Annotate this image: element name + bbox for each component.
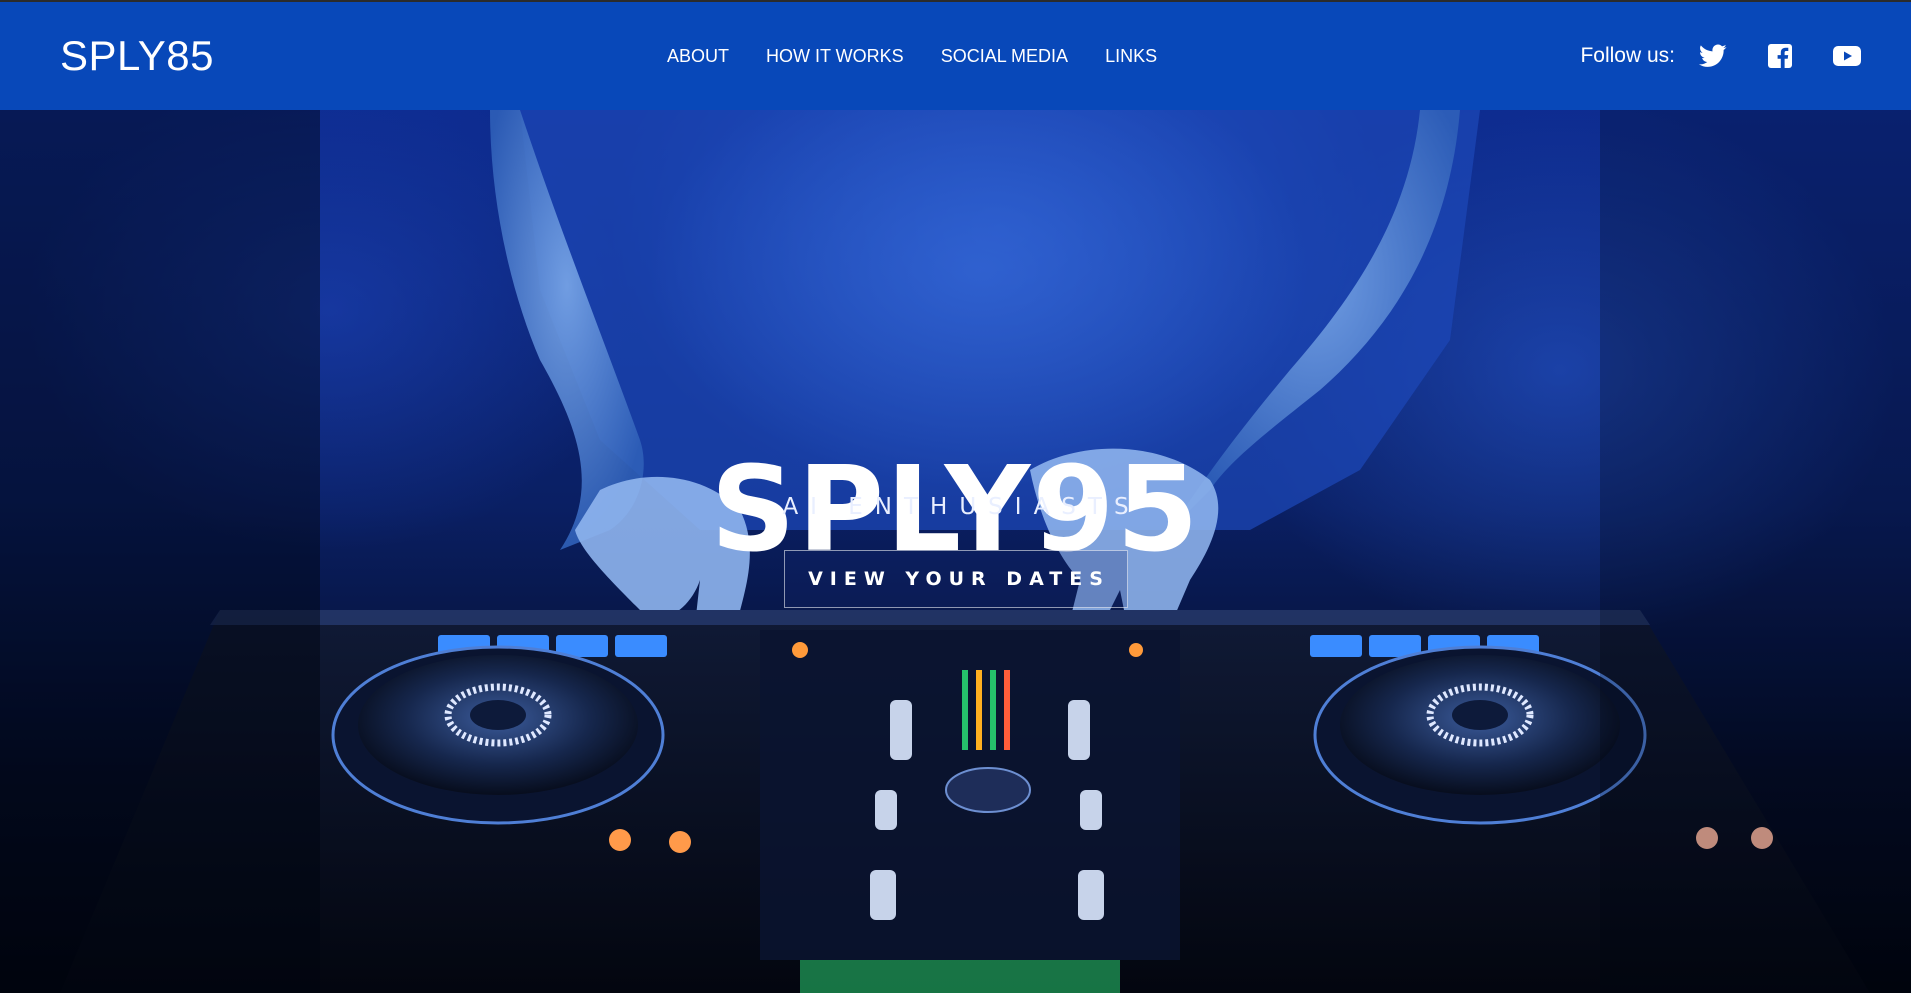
nav-link-links[interactable]: LINKS: [1105, 44, 1157, 68]
facebook-icon[interactable]: [1762, 38, 1798, 74]
site-logo[interactable]: SPLY85: [60, 32, 214, 80]
top-navigation-bar: SPLY85 ABOUT HOW IT WORKS SOCIAL MEDIA L…: [0, 0, 1911, 110]
youtube-icon[interactable]: [1829, 38, 1865, 74]
main-nav: ABOUT HOW IT WORKS SOCIAL MEDIA LINKS: [667, 44, 1194, 68]
nav-link-how-it-works[interactable]: HOW IT WORKS: [766, 44, 904, 68]
hero-section: SPLY95 AI ENTHUSIASTS VIEW YOUR DATES: [0, 110, 1911, 993]
follow-label: Follow us:: [1580, 44, 1675, 67]
nav-link-social-media[interactable]: SOCIAL MEDIA: [941, 44, 1068, 68]
twitter-icon[interactable]: [1695, 38, 1731, 74]
social-follow: Follow us:: [1580, 38, 1911, 74]
hero-subtitle: AI ENTHUSIASTS: [782, 494, 1141, 520]
nav-link-about[interactable]: ABOUT: [667, 44, 729, 68]
page: SPLY85 ABOUT HOW IT WORKS SOCIAL MEDIA L…: [0, 0, 1911, 993]
view-your-dates-button[interactable]: VIEW YOUR DATES: [784, 550, 1128, 608]
